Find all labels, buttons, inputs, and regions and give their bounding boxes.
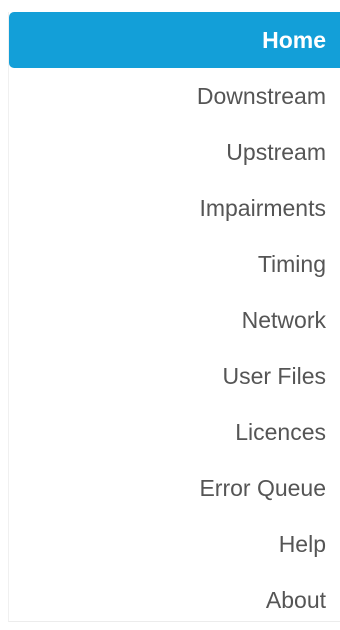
nav-item-impairments[interactable]: Impairments xyxy=(9,180,340,236)
nav-item-network[interactable]: Network xyxy=(9,292,340,348)
nav-item-upstream[interactable]: Upstream xyxy=(9,124,340,180)
nav-item-help[interactable]: Help xyxy=(9,516,340,572)
nav-item-licences[interactable]: Licences xyxy=(9,404,340,460)
nav-item-about[interactable]: About xyxy=(9,572,340,628)
sidebar-nav: Home Downstream Upstream Impairments Tim… xyxy=(8,12,340,622)
nav-item-timing[interactable]: Timing xyxy=(9,236,340,292)
nav-item-home[interactable]: Home xyxy=(9,12,340,68)
nav-item-error-queue[interactable]: Error Queue xyxy=(9,460,340,516)
nav-item-downstream[interactable]: Downstream xyxy=(9,68,340,124)
nav-item-user-files[interactable]: User Files xyxy=(9,348,340,404)
